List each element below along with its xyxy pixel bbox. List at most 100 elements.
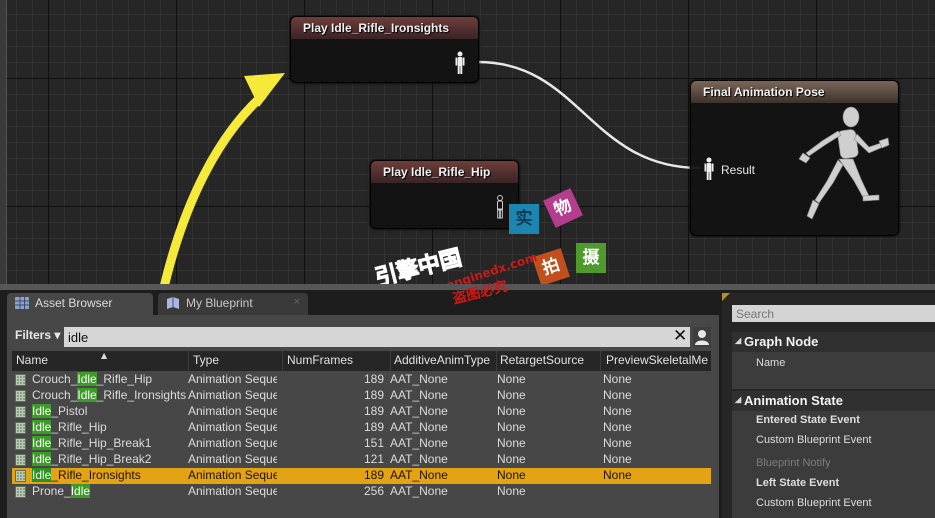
column-header-type[interactable]: Type	[193, 353, 219, 367]
column-header-retarget[interactable]: RetargetSource	[500, 353, 584, 367]
cell-additive-type: AAT_None	[390, 388, 448, 402]
cell-numframes: 189	[363, 420, 384, 434]
close-tab-icon[interactable]: ×	[294, 296, 300, 308]
cell-type: Animation Sequence	[188, 436, 277, 450]
collapse-triangle-icon: ◢	[735, 336, 742, 345]
cell-name: Crouch_Idle_Rifle_Hip	[32, 372, 187, 386]
clear-search-icon[interactable]: ✕	[673, 327, 687, 345]
animation-sequence-icon	[15, 438, 26, 450]
asset-row[interactable]: Crouch_Idle_Rifle_Ironsights Animation Se…	[12, 388, 711, 404]
cell-preview-mesh: None	[603, 452, 632, 466]
column-divider[interactable]	[496, 351, 497, 371]
sort-ascending-icon: ▲	[101, 351, 108, 360]
tab-asset-browser[interactable]: Asset Browser	[7, 293, 153, 315]
property-custom-blueprint-event[interactable]: Custom Blueprint Event	[756, 497, 872, 509]
tab-label: My Blueprint	[186, 296, 253, 310]
cell-retarget-source: None	[497, 404, 526, 418]
cell-retarget-source: None	[497, 372, 526, 386]
cell-additive-type: AAT_None	[390, 452, 448, 466]
search-match-highlight: Idle	[32, 468, 52, 482]
column-header-numframes[interactable]: NumFrames	[287, 353, 353, 367]
collapse-triangle-icon: ◢	[735, 395, 742, 404]
column-divider[interactable]	[282, 351, 283, 371]
watermark-tile: 实	[509, 204, 539, 234]
cell-name: Idle_Rifle_Ironsights	[32, 468, 187, 482]
column-header-name[interactable]: Name	[16, 353, 48, 367]
name-part: Crouch_	[32, 372, 78, 386]
category-animation-state[interactable]: ◢ Animation State	[732, 391, 935, 411]
cell-preview-mesh: None	[603, 468, 632, 482]
result-input-pin-icon[interactable]	[704, 157, 714, 181]
cell-additive-type: AAT_None	[390, 404, 448, 418]
column-divider[interactable]	[188, 351, 189, 371]
cell-numframes: 189	[363, 404, 384, 418]
name-part: _Pistol	[51, 404, 88, 418]
category-graph-node[interactable]: ◢ Graph Node	[732, 332, 935, 352]
cell-name: Idle_Pistol	[32, 404, 187, 418]
asset-row[interactable]: Prone_IdleAnimation Sequence256AAT_NoneN…	[12, 484, 711, 500]
user-icon	[695, 330, 709, 345]
asset-row[interactable]: Idle_Rifle_HipAnimation Sequence189AAT_N…	[12, 420, 711, 436]
blueprint-book-icon	[167, 297, 179, 309]
anim-blueprint-editor: Play Idle_Rifle_Ironsights Play Idle_Rif…	[0, 0, 935, 518]
cell-preview-mesh: None	[603, 420, 632, 434]
cell-name: Idle_Rifle_Hip_Break2	[32, 452, 187, 466]
pose-output-pin-icon[interactable]	[495, 195, 505, 219]
node-play-idle-rifle-ironsights[interactable]: Play Idle_Rifle_Ironsights	[290, 16, 479, 83]
asset-row[interactable]: Idle_PistolAnimation Sequence189AAT_None…	[12, 404, 711, 420]
property-name-label: Name	[756, 357, 786, 369]
search-match-highlight: Idle	[77, 388, 97, 402]
asset-row[interactable]: Idle_Rifle_IronsightsAnimation Sequence1…	[12, 468, 711, 484]
details-search-input[interactable]	[732, 305, 935, 322]
name-part: _Rifle_Hip_Break1	[51, 436, 152, 450]
column-header-preview-mesh[interactable]: PreviewSkeletalMe	[606, 353, 710, 367]
tab-my-blueprint[interactable]: My Blueprint ×	[158, 293, 308, 315]
search-match-highlight: Idle	[77, 372, 97, 386]
asset-row[interactable]: Idle_Rifle_Hip_Break1Animation Sequence1…	[12, 436, 711, 452]
asset-row[interactable]: Idle_Rifle_Hip_Break2Animation Sequence1…	[12, 452, 711, 468]
search-match-highlight: Idle	[32, 436, 52, 450]
asset-search-input[interactable]	[64, 327, 690, 347]
cell-retarget-source: None	[497, 388, 526, 402]
animation-sequence-icon	[15, 406, 26, 418]
column-divider[interactable]	[390, 351, 391, 371]
name-part: _Rifle_Hip	[51, 420, 107, 434]
pose-output-pin-icon[interactable]	[455, 51, 465, 75]
column-header-additive[interactable]: AdditiveAnimType	[394, 353, 490, 367]
animation-sequence-icon	[15, 454, 26, 466]
filters-dropdown[interactable]: Filters ▾	[15, 328, 60, 342]
node-title: Play Idle_Rifle_Hip	[371, 161, 518, 183]
cell-preview-mesh: None	[603, 404, 632, 418]
cell-preview-mesh: None	[603, 388, 632, 402]
watermark-tile: 摄	[576, 243, 606, 273]
cell-additive-type: AAT_None	[390, 372, 448, 386]
cell-retarget-source: None	[497, 484, 526, 498]
cell-preview-mesh: None	[603, 372, 632, 386]
name-part: _Rifle_Hip_Break2	[51, 452, 152, 466]
cell-name: Idle_Rifle_Hip	[32, 420, 187, 434]
column-divider[interactable]	[600, 351, 601, 371]
node-play-idle-rifle-hip[interactable]: Play Idle_Rifle_Hip	[370, 160, 519, 229]
search-match-highlight: Idle	[32, 452, 52, 466]
asset-browser-panel: Filters ▾ ✕ Name ▲ Type NumFrames Additi…	[7, 315, 719, 518]
animation-sequence-icon	[15, 390, 26, 402]
cell-type: Animation Sequence	[188, 420, 277, 434]
asset-table-header: Name ▲ Type NumFrames AdditiveAnimType R…	[12, 351, 711, 371]
property-custom-blueprint-event[interactable]: Custom Blueprint Event	[756, 434, 872, 446]
property-left-state-event: Left State Event	[756, 477, 840, 489]
cell-numframes: 121	[363, 452, 384, 466]
search-match-highlight: Idle	[70, 484, 91, 498]
cell-additive-type: AAT_None	[390, 420, 448, 434]
node-final-animation-pose[interactable]: Final Animation Pose Result	[690, 80, 899, 236]
search-match-highlight: Idle	[32, 420, 52, 434]
view-options-button[interactable]	[693, 327, 711, 347]
cell-type: Animation Sequence	[188, 452, 277, 466]
details-panel: ◢ Graph Node Name ◢ Animation State Ente…	[722, 293, 935, 518]
cell-additive-type: AAT_None	[390, 484, 448, 498]
animation-sequence-icon	[15, 422, 26, 434]
node-title: Play Idle_Rifle_Ironsights	[291, 17, 478, 39]
category-label: Animation State	[744, 393, 843, 408]
asset-row[interactable]: Crouch_Idle_Rifle_HipAnimation Sequence1…	[12, 372, 711, 388]
cell-additive-type: AAT_None	[390, 436, 448, 450]
name-part: _Rifle_Ironsights	[51, 468, 141, 482]
